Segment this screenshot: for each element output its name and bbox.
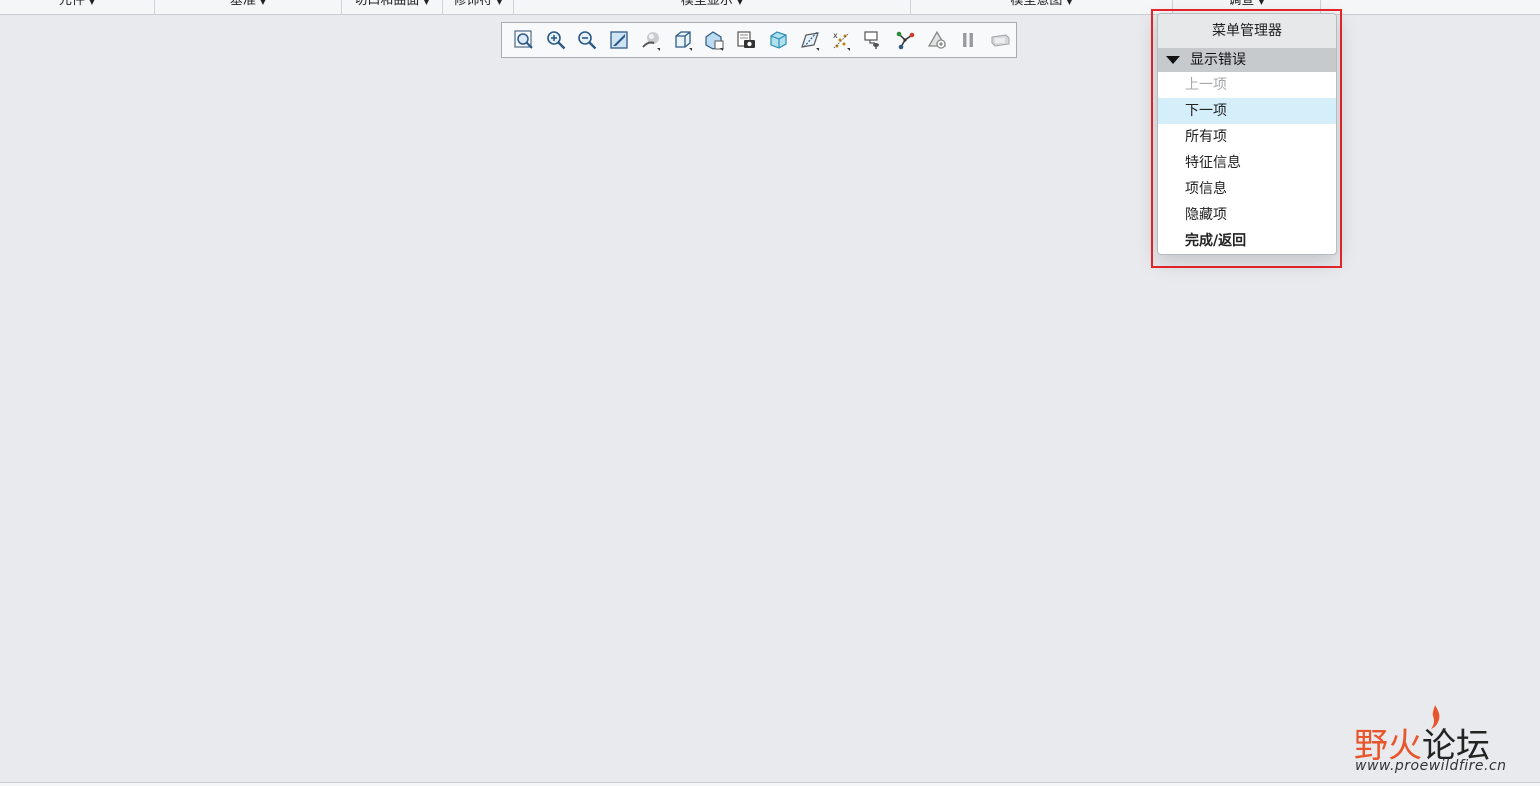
saved-orientations-button[interactable] bbox=[667, 24, 699, 56]
display-style-button[interactable] bbox=[762, 24, 794, 56]
ribbon-group-label: 切口和曲面 bbox=[354, 0, 420, 8]
more-options-icon bbox=[815, 48, 819, 51]
appearance-button[interactable] bbox=[984, 24, 1016, 56]
ribbon-group-model-intent[interactable]: 模型意图 ▼ bbox=[911, 0, 1173, 14]
ribbon-group-datum[interactable]: 基准 ▼ bbox=[155, 0, 342, 14]
chevron-down-icon: ▼ bbox=[496, 0, 503, 6]
menu-manager-title: 菜单管理器 bbox=[1158, 14, 1336, 48]
watermark-logo: 野火论坛 www.proewildfire.cn bbox=[1352, 705, 1532, 778]
view-manager-button[interactable] bbox=[699, 24, 731, 56]
datum-display-button[interactable] bbox=[794, 24, 826, 56]
refit-button[interactable] bbox=[508, 24, 540, 56]
menu-manager: 菜单管理器 显示错误 上一项 下一项 所有项 特征信息 项信息 隐藏项 完成/返… bbox=[1157, 13, 1337, 255]
more-options-icon bbox=[847, 48, 851, 51]
repaint-button[interactable] bbox=[603, 24, 635, 56]
ribbon-group-label: 基准 bbox=[229, 0, 256, 8]
network-button[interactable] bbox=[889, 24, 921, 56]
section-button[interactable] bbox=[857, 24, 889, 56]
ribbon-group-components[interactable]: 元件 ▼ bbox=[0, 0, 155, 14]
spin-center-button[interactable] bbox=[635, 24, 667, 56]
zoom-in-button[interactable] bbox=[540, 24, 572, 56]
more-options-icon bbox=[720, 48, 724, 51]
appearance-icon bbox=[991, 34, 1010, 47]
ribbon-group-label: 元件 bbox=[58, 0, 85, 8]
ribbon-group-cut-surface[interactable]: 切口和曲面 ▼ bbox=[342, 0, 443, 14]
watermark-url: www.proewildfire.cn bbox=[1355, 758, 1507, 774]
ribbon-group-model-display[interactable]: 模型显示 ▼ bbox=[514, 0, 911, 14]
menu-item-all[interactable]: 所有项 bbox=[1158, 124, 1336, 150]
chevron-down-icon: ▼ bbox=[423, 0, 430, 6]
more-options-icon bbox=[688, 48, 692, 51]
zoom-out-icon bbox=[578, 31, 597, 50]
repaint-icon bbox=[610, 31, 628, 49]
regenerate-icon bbox=[927, 30, 946, 49]
ribbon-group-label: 调查 bbox=[1228, 0, 1255, 8]
menu-section-label: 显示错误 bbox=[1190, 52, 1246, 68]
menu-section-show-errors[interactable]: 显示错误 bbox=[1158, 48, 1336, 72]
menu-item-previous[interactable]: 上一项 bbox=[1158, 72, 1336, 98]
menu-item-hidden[interactable]: 隐藏项 bbox=[1158, 202, 1336, 228]
menu-item-next[interactable]: 下一项 bbox=[1158, 98, 1336, 124]
display-style-icon bbox=[770, 31, 787, 49]
zoom-out-button[interactable] bbox=[572, 24, 604, 56]
triangle-down-icon bbox=[1166, 56, 1180, 64]
chevron-down-icon: ▼ bbox=[1066, 0, 1073, 6]
zoom-in-icon bbox=[546, 31, 565, 50]
camera-icon bbox=[737, 31, 756, 48]
menu-item-feature-info[interactable]: 特征信息 bbox=[1158, 150, 1336, 176]
chevron-down-icon: ▼ bbox=[259, 0, 267, 6]
ribbon-group-label: 模型意图 bbox=[1010, 0, 1063, 8]
annotation-display-button[interactable]: x bbox=[826, 24, 858, 56]
pause-icon bbox=[963, 33, 974, 47]
chevron-down-icon: ▼ bbox=[1258, 0, 1265, 6]
svg-text:x: x bbox=[833, 31, 838, 40]
graphics-toolbar: x bbox=[501, 22, 1017, 58]
more-options-icon bbox=[656, 48, 660, 51]
pause-button[interactable] bbox=[953, 24, 985, 56]
menu-item-done-return[interactable]: 完成/返回 bbox=[1158, 228, 1336, 254]
section-view-icon bbox=[864, 31, 880, 49]
menu-item-item-info[interactable]: 项信息 bbox=[1158, 176, 1336, 202]
ribbon-group-modifiers[interactable]: 修饰符 ▼ bbox=[443, 0, 514, 14]
ribbon-group-label: 模型显示 bbox=[680, 0, 733, 8]
refit-icon bbox=[514, 30, 533, 49]
status-bar-edge bbox=[0, 782, 1540, 786]
network-icon bbox=[896, 31, 915, 50]
ribbon-group-label: 修饰符 bbox=[453, 0, 493, 8]
chevron-down-icon: ▼ bbox=[88, 0, 96, 6]
perspective-button[interactable] bbox=[730, 24, 762, 56]
flame-icon bbox=[1431, 705, 1440, 729]
regenerate-button[interactable] bbox=[921, 24, 953, 56]
chevron-down-icon: ▼ bbox=[736, 0, 744, 6]
